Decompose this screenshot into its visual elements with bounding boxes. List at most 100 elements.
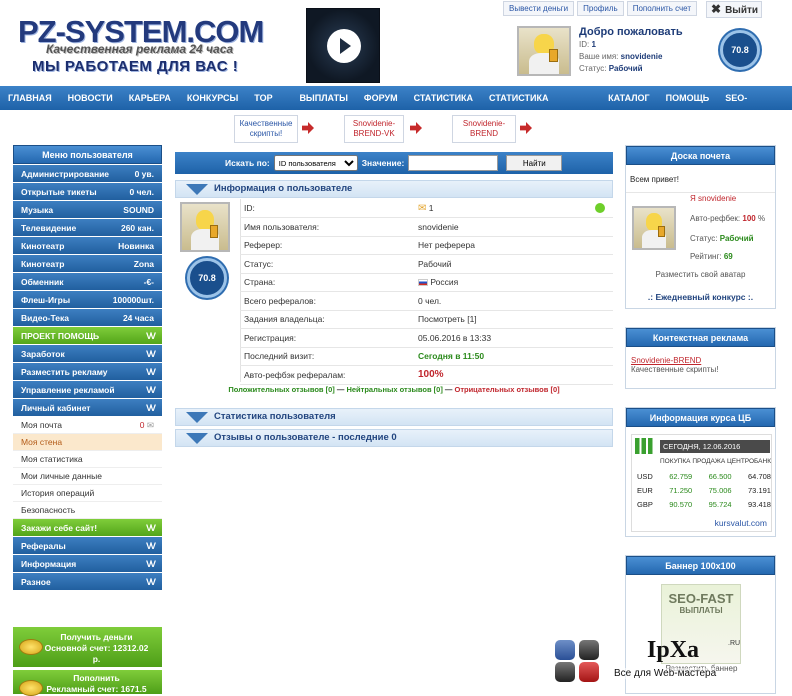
info-row-last-visit: Последний визит: Сегодня в 11:50: [240, 347, 613, 366]
menu-earnings[interactable]: Заработок VV: [13, 345, 162, 363]
context-ad-box: Контекстная реклама Snovidenie-BREND Кач…: [625, 327, 776, 389]
info-row-id: ID: ✉ 1: [240, 199, 613, 218]
positive-reviews-link[interactable]: Положительных отзывов [0]: [228, 385, 334, 394]
menu-exchange[interactable]: Обменник -€-: [13, 273, 162, 291]
watermark-brand: IpXa: [647, 637, 700, 663]
menu-misc[interactable]: Разное VV: [13, 573, 162, 591]
menu-cinema-zona[interactable]: Кинотеатр Zona: [13, 255, 162, 273]
menu-personal-data[interactable]: Мои личные данные: [13, 468, 162, 485]
profile-avatar: [180, 202, 230, 252]
expand-icon: VV: [145, 540, 156, 551]
user-stats-header[interactable]: Статистика пользователя: [175, 408, 613, 426]
menu-security[interactable]: Безопасность: [13, 502, 162, 519]
menu-order-site[interactable]: Закажи себе сайт! VV: [13, 519, 162, 537]
coins-icon: [19, 639, 43, 655]
kursvalut-link[interactable]: kursvalut.com: [715, 518, 767, 528]
nav-home[interactable]: ГЛАВНАЯ: [0, 86, 60, 110]
menu-cabinet[interactable]: Личный кабинет VV: [13, 399, 162, 417]
menu-cinema-new[interactable]: Кинотеатр Новинка: [13, 237, 162, 255]
logout-button[interactable]: ✖ Выйти: [706, 1, 762, 18]
neutral-reviews-link[interactable]: Нейтральных отзывов [0]: [346, 385, 442, 394]
topup-ad-button[interactable]: Пополнить Рекламный счет: 1671.5: [13, 670, 162, 696]
main-nav: ГЛАВНАЯ НОВОСТИ КАРЬЕРА КОНКУРСЫ TOP 30 …: [0, 86, 792, 127]
nav-ad-stats[interactable]: СТАТИСТИКА РЕКЛАМЫ: [481, 86, 600, 127]
arrow-icon: [302, 122, 314, 134]
search-value-input[interactable]: [408, 155, 499, 171]
top-links: Вывести деньги Профиль Пополнить счет: [503, 1, 698, 17]
honor-board: Доска почета Всем привет! Я snovidenie А…: [625, 145, 776, 309]
expand-icon: VV: [145, 366, 156, 377]
nav-seo-fast[interactable]: SEO-FAST: [717, 86, 776, 127]
user-summary: ID: 1 Ваше имя: snovidenie Статус: Рабоч…: [579, 40, 663, 73]
nav-career[interactable]: КАРЬЕРА: [121, 86, 179, 110]
user-info-header[interactable]: Информация о пользователе: [175, 180, 613, 198]
currency-row-gbp: GBP 90.570 95.724 93.418: [637, 500, 771, 509]
withdraw-money-button[interactable]: Получить деньги Основной счет: 12312.02 …: [13, 627, 162, 667]
message-icon[interactable]: ✉: [418, 203, 426, 214]
menu-video[interactable]: Видео-Тека 24 часа: [13, 309, 162, 327]
search-bar: Искать по: ID пользователя Значение: Най…: [175, 152, 613, 174]
info-row-country: Страна: Россия: [240, 273, 613, 292]
info-row-registration: Регистрация: 05.06.2016 в 13:33: [240, 329, 613, 348]
menu-manage-ads[interactable]: Управление рекламой VV: [13, 381, 162, 399]
chart-icon: [635, 438, 657, 454]
expand-icon: VV: [145, 558, 156, 569]
user-avatar[interactable]: [517, 26, 571, 76]
currency-box: Информация курса ЦБ СЕГОДНЯ, 12.06.2016 …: [625, 407, 776, 537]
menu-info[interactable]: Информация VV: [13, 555, 162, 573]
view-tasks-link[interactable]: Посмотреть [1]: [418, 310, 477, 328]
online-icon: [595, 203, 605, 213]
video-player[interactable]: [306, 8, 380, 83]
topup-link[interactable]: Пополнить счет: [626, 1, 698, 16]
nav-news[interactable]: НОВОСТИ: [60, 86, 121, 110]
expand-icon: VV: [145, 576, 156, 587]
collapse-icon: [186, 412, 208, 423]
negative-reviews-link[interactable]: Отрицательных отзывов [0]: [454, 385, 559, 394]
nav-help[interactable]: ПОМОЩЬ: [658, 86, 718, 110]
menu-mail[interactable]: Моя почта 0 ✉: [13, 417, 162, 434]
menu-place-ad[interactable]: Разместить рекламу VV: [13, 363, 162, 381]
currency-widget[interactable]: СЕГОДНЯ, 12.06.2016 ПОКУПКА ПРОДАЖА ЦЕНТ…: [631, 434, 772, 532]
russia-flag-icon: [418, 279, 428, 287]
search-field-select[interactable]: ID пользователя: [273, 155, 358, 171]
collapse-icon: [186, 433, 208, 444]
ad-block-1[interactable]: Качественные скрипты!: [234, 115, 298, 143]
menu-help-project[interactable]: ПРОЕКТ ПОМОЩЬ VV: [13, 327, 162, 345]
menu-wall[interactable]: Моя стена: [13, 434, 162, 451]
profile-rating-badge: 70.8: [187, 258, 227, 298]
expand-icon: VV: [145, 348, 156, 359]
nav-stats[interactable]: СТАТИСТИКА: [406, 86, 481, 110]
profile-link[interactable]: Профиль: [577, 1, 624, 16]
menu-tv[interactable]: Телевидение 260 кан.: [13, 219, 162, 237]
honor-avatar[interactable]: [632, 206, 676, 250]
place-avatar-link[interactable]: Разместить свой аватар: [626, 270, 775, 279]
context-ad-link[interactable]: Snovidenie-BREND: [626, 347, 775, 365]
expand-icon: VV: [145, 384, 156, 395]
info-row-referrer: Реферер: Нет реферера: [240, 236, 613, 255]
user-reviews-header[interactable]: Отзывы о пользователе - последние 0: [175, 429, 613, 447]
mail-icon: ✉: [146, 420, 154, 430]
expand-icon: VV: [145, 402, 156, 413]
menu-admin[interactable]: Администрирование 0 ув.: [13, 165, 162, 183]
play-icon[interactable]: [327, 29, 361, 63]
header: PZ-SYSTEM.COM Качественная реклама 24 ча…: [0, 0, 792, 86]
nav-forum[interactable]: ФОРУМ: [356, 86, 406, 110]
menu-my-stats[interactable]: Моя статистика: [13, 451, 162, 468]
nav-catalog[interactable]: КАТАЛОГ: [600, 86, 658, 110]
ad-block-2[interactable]: Snovidenie- BREND-VK: [344, 115, 404, 143]
menu-music[interactable]: Музыка SOUND: [13, 201, 162, 219]
withdraw-link[interactable]: Вывести деньги: [503, 1, 575, 16]
menu-referrals[interactable]: Рефералы VV: [13, 537, 162, 555]
nav-top30[interactable]: TOP 30: [246, 86, 291, 127]
menu-tickets[interactable]: Открытые тикеты 0 чел.: [13, 183, 162, 201]
search-button[interactable]: Найти: [506, 155, 563, 171]
menu-flash-games[interactable]: Флеш-Игры 100000шт.: [13, 291, 162, 309]
menu-history[interactable]: История операций: [13, 485, 162, 502]
expand-icon: VV: [145, 522, 156, 533]
daily-contest-link[interactable]: .: Ежедневный конкурс :.: [626, 292, 775, 302]
info-row-tasks: Задания владельца: Посмотреть [1]: [240, 310, 613, 329]
menu-title: Меню пользователя: [13, 145, 162, 164]
nav-contests[interactable]: КОНКУРСЫ: [179, 86, 246, 110]
nav-payouts[interactable]: ВЫПЛАТЫ: [291, 86, 355, 110]
ad-block-3[interactable]: Snovidenie- BREND: [452, 115, 516, 143]
